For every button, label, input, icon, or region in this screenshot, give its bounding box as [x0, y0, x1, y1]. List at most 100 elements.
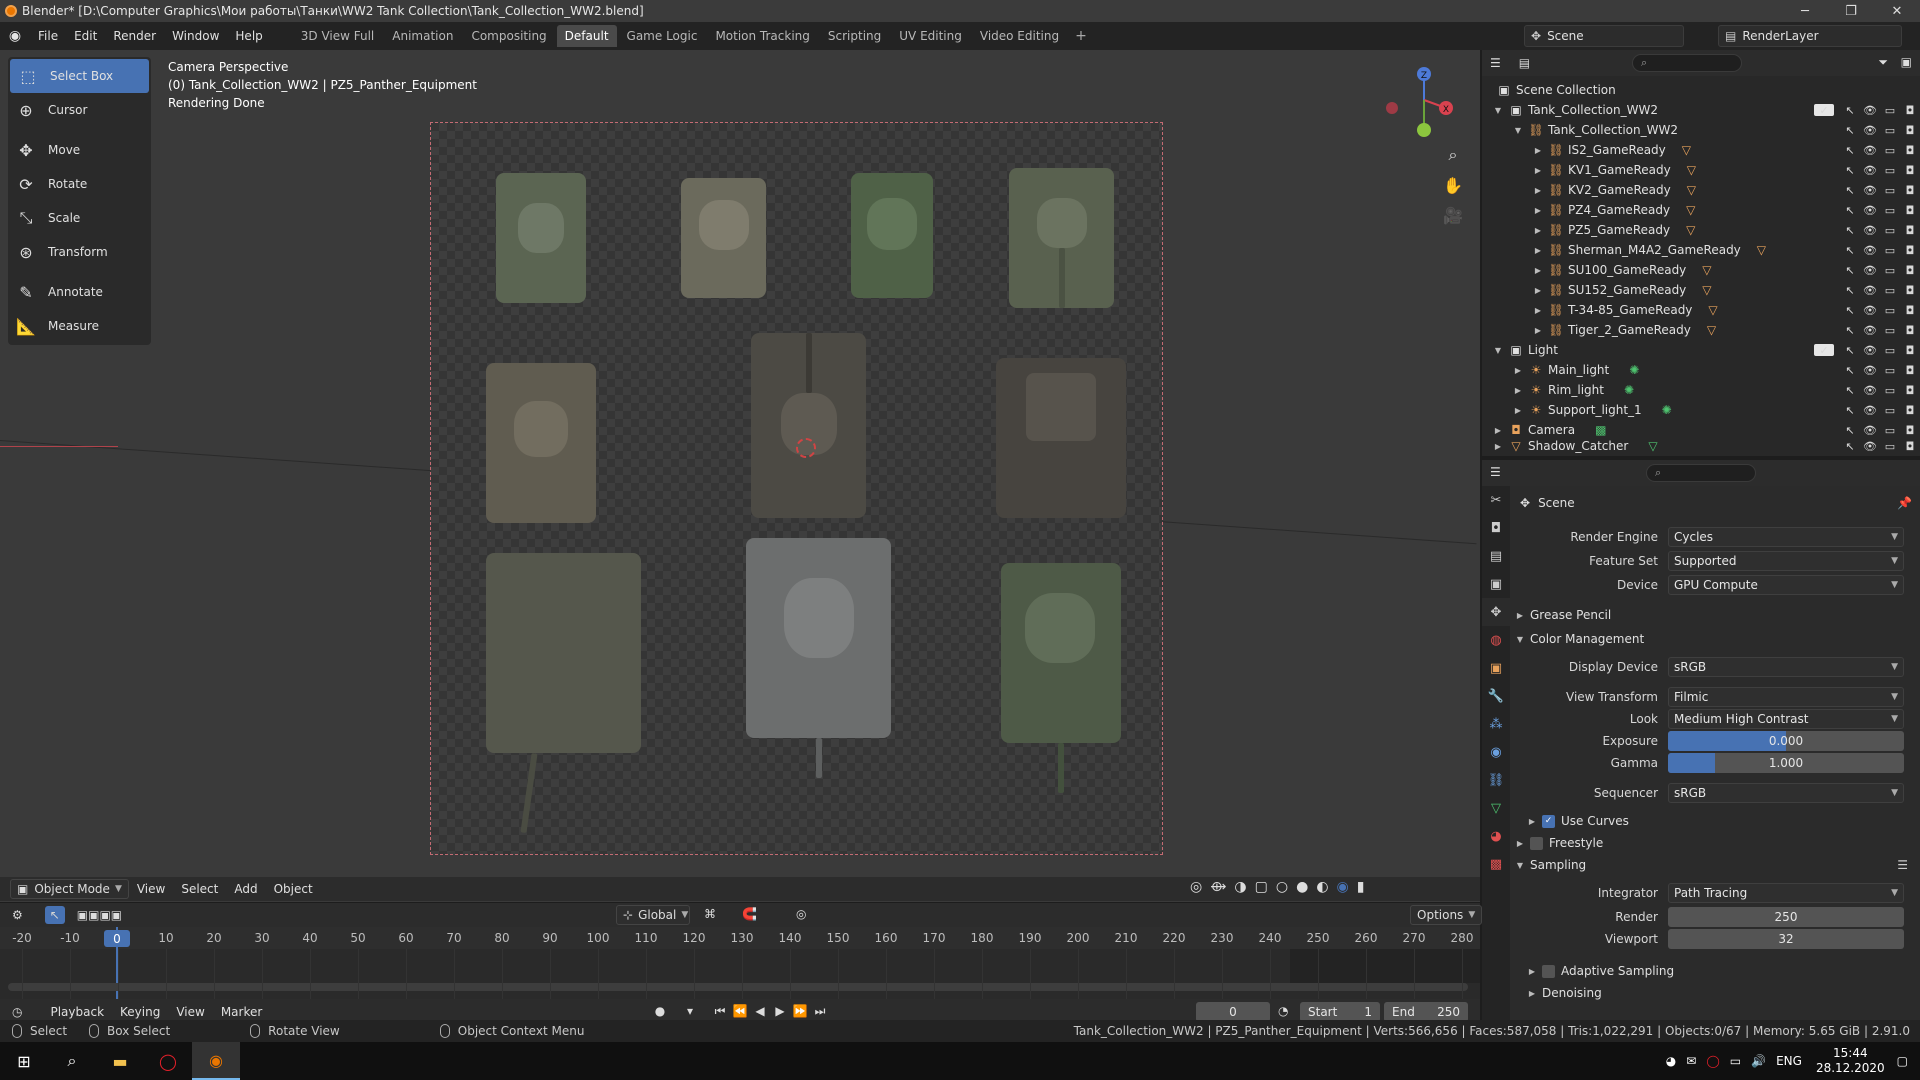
timeline[interactable]: -20 -10 0 10 20 30 40 50 60 70 80 90 100 110 120 130 140…: [0, 927, 1480, 999]
section-freestyle[interactable]: ▶ Freestyle: [1510, 832, 1920, 854]
viewport-samples-field[interactable]: 32: [1668, 929, 1904, 949]
scene-selector[interactable]: ✥ Scene: [1524, 25, 1684, 47]
toggle-sidebar-icon[interactable]: ▮: [1357, 879, 1365, 895]
tab-scripting[interactable]: Scripting: [820, 25, 889, 47]
monitor-icon[interactable]: ▭: [1880, 384, 1900, 397]
outliner-row-support-light[interactable]: ▶ ☀ Support_light_1 ✺ ↖ 👁 ▭ ◘: [1482, 400, 1920, 420]
tab-3d-view-full[interactable]: 3D View Full: [293, 25, 383, 47]
expand-arrow-icon[interactable]: ▶: [1522, 817, 1542, 826]
solid-shading-icon[interactable]: ●: [1296, 879, 1308, 895]
outliner-search-input[interactable]: ⌕: [1632, 54, 1742, 72]
tool-select-box[interactable]: ⬚ Select Box: [10, 59, 149, 93]
filter-icon[interactable]: ⏷: [1878, 55, 1888, 70]
selection-modes-icon[interactable]: ▣▣▣▣: [77, 908, 122, 922]
camera-icon[interactable]: ◘: [1900, 224, 1920, 237]
outliner-row-object[interactable]: ▶ ⛓ SU152_GameReady ▽ ↖ 👁 ▭ ◘: [1482, 280, 1920, 300]
prev-keyframe-icon[interactable]: ⏪: [730, 1004, 750, 1019]
eye-icon[interactable]: 👁: [1860, 124, 1880, 137]
display-mode-icon[interactable]: ▤: [1519, 56, 1530, 70]
tool-tab-icon[interactable]: ✂: [1482, 486, 1510, 514]
menu-window[interactable]: Window: [164, 25, 227, 47]
use-curves-checkbox[interactable]: ✓: [1542, 814, 1555, 828]
properties-editor-icon[interactable]: ☰: [1490, 465, 1501, 479]
expand-arrow-icon[interactable]: ▼: [1510, 635, 1530, 644]
eye-icon[interactable]: 👁: [1860, 404, 1880, 417]
camera-icon[interactable]: ◘: [1900, 104, 1920, 117]
output-tab-icon[interactable]: ▤: [1482, 542, 1510, 570]
particles-tab-icon[interactable]: ⁂: [1482, 710, 1510, 738]
tank-kv2[interactable]: [996, 358, 1126, 518]
select-icon[interactable]: ↖: [1840, 364, 1860, 377]
monitor-icon[interactable]: ▭: [1880, 264, 1900, 277]
timeline-editor-icon[interactable]: ◷: [12, 1005, 22, 1019]
camera-icon[interactable]: ◘: [1900, 124, 1920, 137]
xray-icon[interactable]: ▢: [1255, 879, 1268, 895]
select-icon[interactable]: ↖: [1840, 124, 1860, 137]
tool-scale[interactable]: ⤡ Scale: [8, 201, 151, 235]
expand-arrow-icon[interactable]: ▶: [1512, 386, 1524, 395]
overlays-icon[interactable]: ◑: [1234, 879, 1246, 895]
editor-type-icon[interactable]: ⚙: [12, 908, 23, 922]
vp-menu-object[interactable]: Object: [266, 878, 321, 900]
expand-arrow-icon[interactable]: ▶: [1512, 366, 1524, 375]
tab-uv-editing[interactable]: UV Editing: [891, 25, 970, 47]
integrator-select[interactable]: Path Tracing ▼: [1668, 883, 1904, 903]
outliner-row-object[interactable]: ▶ ⛓ Tiger_2_GameReady ▽ ↖ 👁 ▭ ◘: [1482, 320, 1920, 340]
camera-icon[interactable]: ◘: [1900, 204, 1920, 217]
blender-menu-icon[interactable]: ◉: [0, 22, 30, 50]
network-icon[interactable]: ▭: [1730, 1054, 1741, 1068]
outliner-row-rim-light[interactable]: ▶ ☀ Rim_light ✺ ↖ 👁 ▭ ◘: [1482, 380, 1920, 400]
select-icon[interactable]: ↖: [1840, 284, 1860, 297]
play-icon[interactable]: ▶: [770, 1004, 790, 1019]
tab-video-editing[interactable]: Video Editing: [972, 25, 1067, 47]
pin-icon[interactable]: 📌: [1897, 496, 1912, 510]
eye-icon[interactable]: 👁: [1860, 164, 1880, 177]
select-icon[interactable]: ↖: [1840, 144, 1860, 157]
menu-edit[interactable]: Edit: [66, 25, 105, 47]
mail-icon[interactable]: ✉: [1686, 1054, 1696, 1068]
menu-file[interactable]: File: [30, 25, 66, 47]
expand-arrow-icon[interactable]: ▶: [1532, 226, 1544, 235]
monitor-icon[interactable]: ▭: [1880, 224, 1900, 237]
tab-animation[interactable]: Animation: [384, 25, 461, 47]
expand-arrow-icon[interactable]: ▶: [1522, 989, 1542, 998]
expand-arrow-icon[interactable]: ▼: [1512, 126, 1524, 135]
expand-arrow-icon[interactable]: ▶: [1510, 839, 1530, 848]
select-icon[interactable]: ↖: [1840, 404, 1860, 417]
close-button[interactable]: ✕: [1874, 0, 1920, 22]
texture-tab-icon[interactable]: ▩: [1482, 850, 1510, 878]
feature-set-select[interactable]: Supported ▼: [1668, 551, 1904, 571]
select-icon[interactable]: ↖: [1840, 104, 1860, 117]
eye-icon[interactable]: 👁: [1860, 324, 1880, 337]
camera-icon[interactable]: ◘: [1900, 404, 1920, 417]
outliner-row-sub-collection[interactable]: ▼ ⛓ Tank_Collection_WW2 ↖ 👁 ▭ ◘: [1482, 120, 1920, 140]
current-frame-indicator[interactable]: 0: [104, 930, 130, 947]
render-samples-field[interactable]: 250: [1668, 907, 1904, 927]
outliner-row-object[interactable]: ▶ ⛓ KV1_GameReady ▽ ↖ 👁 ▭ ◘: [1482, 160, 1920, 180]
tank-pz4[interactable]: [486, 363, 596, 523]
monitor-icon[interactable]: ▭: [1880, 424, 1900, 437]
list-menu-icon[interactable]: ☰: [1897, 858, 1908, 872]
outliner-row-object[interactable]: ▶ ⛓ PZ5_GameReady ▽ ↖ 👁 ▭ ◘: [1482, 220, 1920, 240]
freestyle-checkbox[interactable]: [1530, 836, 1543, 850]
select-icon[interactable]: ↖: [1840, 344, 1860, 357]
blender-taskbar-icon[interactable]: ◉: [192, 1042, 240, 1080]
checkbox-icon[interactable]: ✓: [1814, 104, 1834, 117]
expand-arrow-icon[interactable]: ▶: [1512, 406, 1524, 415]
data-tab-icon[interactable]: ▽: [1482, 794, 1510, 822]
record-icon[interactable]: ●: [650, 1004, 670, 1019]
tool-measure[interactable]: 📐 Measure: [8, 309, 151, 343]
tank-tiger2[interactable]: [746, 538, 891, 778]
monitor-icon[interactable]: ▭: [1880, 324, 1900, 337]
vp-menu-add[interactable]: Add: [226, 878, 265, 900]
outliner-row-object[interactable]: ▶ ⛓ KV2_GameReady ▽ ↖ 👁 ▭ ◘: [1482, 180, 1920, 200]
eye-icon[interactable]: 👁: [1860, 364, 1880, 377]
material-tab-icon[interactable]: ◕: [1482, 822, 1510, 850]
expand-arrow-icon[interactable]: ▶: [1492, 426, 1504, 435]
vp-menu-select[interactable]: Select: [173, 878, 226, 900]
monitor-icon[interactable]: ▭: [1880, 404, 1900, 417]
tank-su152[interactable]: [1001, 563, 1121, 793]
tool-annotate[interactable]: ✎ Annotate: [8, 275, 151, 309]
tank-su100[interactable]: [486, 553, 641, 834]
monitor-icon[interactable]: ▭: [1880, 440, 1900, 453]
